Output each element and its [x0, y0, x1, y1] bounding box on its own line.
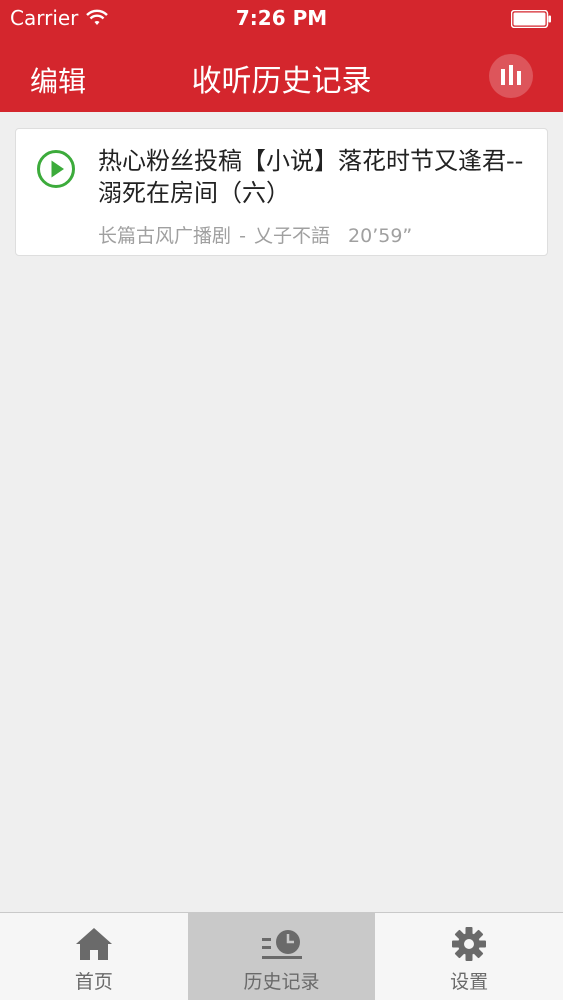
- tab-history[interactable]: 历史记录: [187, 913, 376, 1000]
- screen: Carrier 7:26 PM 编辑 收听历史记录 热心粉丝投稿【小说】落花时节…: [0, 0, 563, 1000]
- status-time: 7:26 PM: [235, 6, 328, 30]
- play-circle-icon[interactable]: [36, 149, 76, 189]
- gear-icon: [452, 926, 487, 961]
- battery-icon: [511, 10, 551, 28]
- item-meta: 长篇古风广播剧 - 乂子不語 20’59”: [98, 221, 538, 248]
- tab-bar: 首页 历史记录 设置: [0, 912, 563, 1000]
- top-header: Carrier 7:26 PM 编辑 收听历史记录: [0, 0, 563, 112]
- tab-label: 历史记录: [243, 970, 320, 993]
- equalizer-icon: [501, 65, 521, 85]
- nav-bar: 编辑 收听历史记录: [0, 38, 563, 112]
- item-duration: 20’59”: [348, 225, 413, 247]
- tab-home[interactable]: 首页: [0, 913, 188, 1000]
- tab-settings[interactable]: 设置: [375, 913, 563, 1000]
- home-icon: [75, 927, 112, 960]
- item-author: 乂子不語: [253, 225, 330, 247]
- now-playing-button[interactable]: [489, 54, 533, 98]
- item-category: 长篇古风广播剧: [98, 225, 232, 247]
- tab-label: 设置: [450, 970, 489, 993]
- tab-label: 首页: [74, 970, 113, 993]
- history-list: 热心粉丝投稿【小说】落花时节又逢君--溺死在房间（六） 长篇古风广播剧 - 乂子…: [15, 128, 548, 256]
- item-title: 热心粉丝投稿【小说】落花时节又逢君--溺死在房间（六）: [98, 147, 524, 207]
- page-title: 收听历史记录: [191, 64, 372, 99]
- item-separator: -: [239, 225, 246, 247]
- list-item[interactable]: 热心粉丝投稿【小说】落花时节又逢君--溺死在房间（六） 长篇古风广播剧 - 乂子…: [15, 128, 548, 256]
- history-icon: [261, 929, 302, 959]
- status-bar: Carrier 7:26 PM: [0, 0, 563, 38]
